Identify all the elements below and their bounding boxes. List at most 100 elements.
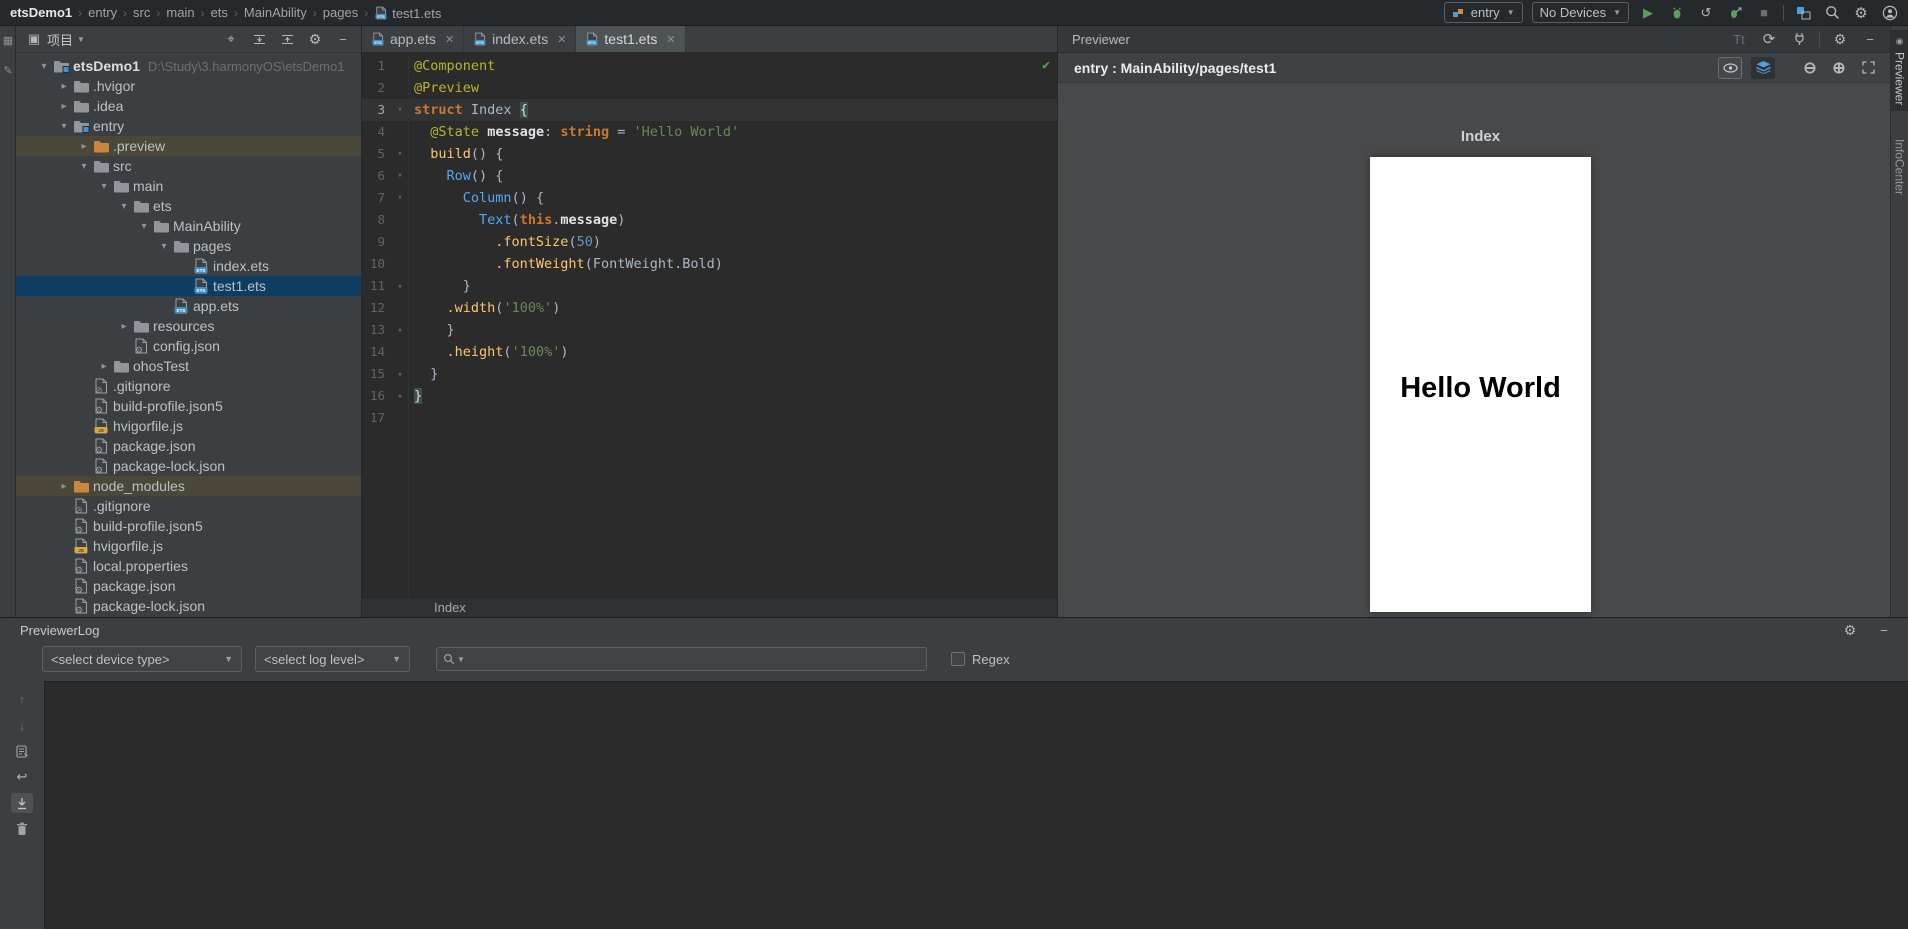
tree-item-.idea[interactable]: ▸ .idea: [16, 96, 361, 116]
tree-item-package-lock.json[interactable]: ⚙ package-lock.json: [16, 456, 361, 476]
tree-item-package.json[interactable]: ⚙ package.json: [16, 576, 361, 596]
tree-chevron-icon[interactable]: ▾: [36, 61, 52, 72]
log-output-area[interactable]: [44, 681, 1908, 929]
code-line-3[interactable]: 3 ▾ struct Index {: [362, 99, 1057, 121]
code-line-4[interactable]: 4 @State message: string = 'Hello World': [362, 121, 1057, 143]
tree-chevron-icon[interactable]: ▾: [56, 121, 72, 132]
scroll-down-icon[interactable]: ↓: [11, 715, 33, 735]
device-selector[interactable]: No Devices ▼: [1531, 2, 1629, 23]
refresh-icon[interactable]: ⟳: [1759, 29, 1779, 49]
editor-tab-test1.ets[interactable]: ETS test1.ets ✕: [576, 26, 686, 52]
tree-item-src[interactable]: ▾ src: [16, 156, 361, 176]
fold-marker-icon[interactable]: ▴: [392, 363, 408, 385]
log-settings-gear-icon[interactable]: ⚙: [1840, 620, 1860, 640]
clear-log-trash-icon[interactable]: [11, 819, 33, 839]
tree-chevron-icon[interactable]: ▸: [96, 361, 112, 372]
settings-gear-icon[interactable]: ⚙: [1851, 3, 1871, 23]
tab-previewer-vertical[interactable]: ◉ Previewer: [1890, 30, 1908, 112]
project-toolwindow-icon[interactable]: ▦: [0, 32, 16, 48]
breadcrumb-item[interactable]: main: [166, 5, 194, 20]
zoom-in-icon[interactable]: ⊕: [1829, 58, 1849, 78]
scroll-up-icon[interactable]: ↑: [11, 689, 33, 709]
code-line-16[interactable]: 16 ▴}: [362, 385, 1057, 407]
structure-toolwindow-icon[interactable]: ✎: [0, 62, 16, 78]
copy-log-icon[interactable]: [11, 741, 33, 761]
hide-log-panel-icon[interactable]: −: [1874, 620, 1894, 640]
zoom-out-icon[interactable]: ⊖: [1800, 58, 1820, 78]
tree-item-node_modules[interactable]: ▸ node_modules: [16, 476, 361, 496]
locate-file-icon[interactable]: ⌖: [221, 29, 241, 49]
code-line-15[interactable]: 15 ▴ }: [362, 363, 1057, 385]
tree-item-.hvigor[interactable]: ▸ .hvigor: [16, 76, 361, 96]
tree-item-MainAbility[interactable]: ▾ MainAbility: [16, 216, 361, 236]
tree-item-entry[interactable]: ▾ entry: [16, 116, 361, 136]
editor-breadcrumb-item[interactable]: Index: [434, 600, 466, 615]
project-structure-icon[interactable]: [1793, 3, 1813, 23]
tree-chevron-icon[interactable]: ▸: [56, 101, 72, 112]
regex-option[interactable]: Regex: [951, 652, 1010, 667]
tree-chevron-icon[interactable]: ▾: [96, 181, 112, 192]
tree-item-main[interactable]: ▾ main: [16, 176, 361, 196]
preview-screen[interactable]: Hello World: [1370, 157, 1591, 612]
tree-item-resources[interactable]: ▸ resources: [16, 316, 361, 336]
tree-item-.gitignore[interactable]: ⊘ .gitignore: [16, 376, 361, 396]
log-search-input[interactable]: [470, 651, 920, 667]
breadcrumb-item[interactable]: entry: [88, 5, 117, 20]
log-level-filter[interactable]: <select log level> ▼: [255, 646, 410, 672]
project-panel-title[interactable]: 项目: [47, 30, 73, 49]
scroll-to-end-icon[interactable]: [11, 793, 33, 813]
close-tab-icon[interactable]: ✕: [445, 33, 454, 46]
tree-item-ets[interactable]: ▾ ets: [16, 196, 361, 216]
tree-chevron-icon[interactable]: ▸: [76, 141, 92, 152]
inspector-eye-icon[interactable]: [1718, 56, 1742, 79]
tree-item-pages[interactable]: ▾ pages: [16, 236, 361, 256]
tree-chevron-icon[interactable]: ▾: [156, 241, 172, 252]
fold-marker-icon[interactable]: ▴: [392, 319, 408, 341]
plug-icon[interactable]: [1789, 29, 1809, 49]
code-line-7[interactable]: 7 ▾ Column() {: [362, 187, 1057, 209]
fold-marker-icon[interactable]: ▾: [392, 143, 408, 165]
search-history-caret-icon[interactable]: ▼: [457, 655, 465, 664]
tree-item-package.json[interactable]: ⚙ package.json: [16, 436, 361, 456]
tree-item-hvigorfile.js[interactable]: JS hvigorfile.js: [16, 416, 361, 436]
hide-panel-icon[interactable]: −: [333, 29, 353, 49]
run-with-coverage-button[interactable]: ↺: [1696, 3, 1716, 23]
fold-marker-icon[interactable]: ▴: [392, 275, 408, 297]
tree-item-build-profile.json5[interactable]: ⚙ build-profile.json5: [16, 396, 361, 416]
code-line-8[interactable]: 8 Text(this.message): [362, 209, 1057, 231]
tree-chevron-icon[interactable]: ▸: [56, 481, 72, 492]
editor-tab-index.ets[interactable]: ETS index.ets ✕: [464, 26, 577, 52]
text-size-icon[interactable]: Tt: [1729, 29, 1749, 49]
tree-item-index.ets[interactable]: ETS index.ets: [16, 256, 361, 276]
breadcrumb-item[interactable]: ETS test1.ets: [374, 5, 441, 21]
tree-item-build-profile.json5[interactable]: ⚙ build-profile.json5: [16, 516, 361, 536]
tree-item-local.properties[interactable]: ⚙ local.properties: [16, 556, 361, 576]
close-tab-icon[interactable]: ✕: [666, 33, 675, 46]
panel-settings-gear-icon[interactable]: ⚙: [305, 29, 325, 49]
fold-marker-icon[interactable]: ▾: [392, 99, 408, 121]
run-button[interactable]: ▶: [1638, 3, 1658, 23]
tree-item-package-lock.json[interactable]: ⚙ package-lock.json: [16, 596, 361, 616]
tree-item-app.ets[interactable]: ETS app.ets: [16, 296, 361, 316]
search-everywhere-icon[interactable]: [1822, 3, 1842, 23]
tree-item-.gitignore[interactable]: ⊘ .gitignore: [16, 496, 361, 516]
tree-chevron-icon[interactable]: ▾: [76, 161, 92, 172]
code-line-9[interactable]: 9 .fontSize(50): [362, 231, 1057, 253]
hide-previewer-icon[interactable]: −: [1860, 29, 1880, 49]
code-line-14[interactable]: 14 .height('100%'): [362, 341, 1057, 363]
code-line-12[interactable]: 12 .width('100%'): [362, 297, 1057, 319]
soft-wrap-icon[interactable]: ↩: [11, 767, 33, 787]
code-line-11[interactable]: 11 ▴ }: [362, 275, 1057, 297]
fit-to-screen-icon[interactable]: [1858, 58, 1878, 78]
breadcrumb-item[interactable]: src: [133, 5, 150, 20]
breadcrumb-item[interactable]: pages: [323, 5, 358, 20]
tab-infocenter-vertical[interactable]: InfoCenter: [1893, 133, 1907, 201]
tree-chevron-icon[interactable]: ▸: [56, 81, 72, 92]
tree-item-etsDemo1[interactable]: ▾ etsDemo1 D:\Study\3.harmonyOS\etsDemo1: [16, 56, 361, 76]
tree-item-hvigorfile.js[interactable]: JS hvigorfile.js: [16, 536, 361, 556]
fold-marker-icon[interactable]: ▾: [392, 165, 408, 187]
tree-item-test1.ets[interactable]: ETS test1.ets: [16, 276, 361, 296]
breadcrumb-item[interactable]: MainAbility: [244, 5, 307, 20]
stop-button[interactable]: ■: [1754, 3, 1774, 23]
code-line-2[interactable]: 2 @Preview: [362, 77, 1057, 99]
